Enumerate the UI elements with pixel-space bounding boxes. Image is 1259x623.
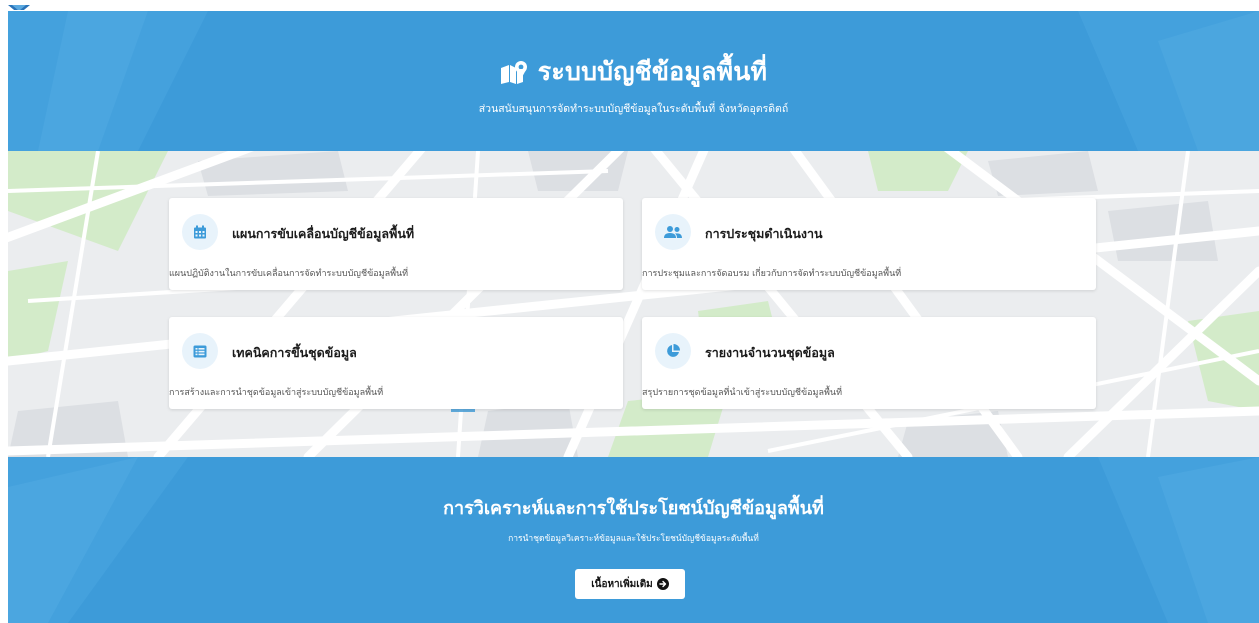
- card-title: เทคนิคการขึ้นชุดข้อมูล: [232, 345, 357, 360]
- more-content-label: เนื้อหาเพิ่มเติม: [591, 578, 653, 590]
- users-icon: [655, 214, 691, 250]
- page-title: ระบบบัญชีข้อมูลพื้นที่: [537, 57, 768, 86]
- map-background-section: แผนการขับเคลื่อนบัญชีข้อมูลพื้นที่ แผนปฏ…: [8, 151, 1259, 457]
- card-description: แผนปฏิบัติงานในการขับเคลื่อนการจัดทำระบบ…: [169, 269, 409, 279]
- page-subtitle: ส่วนสนับสนุนการจัดทำระบบบัญชีข้อมูลในระด…: [478, 103, 789, 115]
- card-technique[interactable]: เทคนิคการขึ้นชุดข้อมูล การสร้างและการนำช…: [169, 317, 623, 409]
- card-meeting[interactable]: การประชุมดำเนินงาน การประชุมและการจัดอบร…: [642, 198, 1096, 290]
- calendar-icon: [182, 214, 218, 250]
- hero-banner: ระบบบัญชีข้อมูลพื้นที่ ส่วนสนับสนุนการจั…: [8, 11, 1259, 151]
- logo-icon[interactable]: [8, 0, 30, 10]
- card-description: สรุปรายการชุดข้อมูลที่นำเข้าสู่ระบบบัญชี…: [642, 388, 843, 398]
- card-description: การประชุมและการจัดอบรม เกี่ยวกับการจัดทำ…: [642, 269, 902, 279]
- more-content-button[interactable]: เนื้อหาเพิ่มเติม: [575, 569, 685, 599]
- card-title: การประชุมดำเนินงาน: [705, 226, 823, 241]
- page: ระบบบัญชีข้อมูลพื้นที่ ส่วนสนับสนุนการจั…: [8, 0, 1259, 623]
- map-marker-icon: [500, 60, 530, 84]
- map-background: [8, 151, 1259, 457]
- arrow-circle-right-icon: [656, 578, 669, 590]
- card-title: แผนการขับเคลื่อนบัญชีข้อมูลพื้นที่: [232, 226, 415, 241]
- card-description: การสร้างและการนำชุดข้อมูลเข้าสู่ระบบบัญช…: [169, 388, 384, 398]
- list-icon: [182, 333, 218, 369]
- hero-heading: ระบบบัญชีข้อมูลพื้นที่: [8, 52, 1259, 92]
- analysis-title: การวิเคราะห์และการใช้ประโยชน์บัญชีข้อมูล…: [443, 498, 824, 519]
- card-title: รายงานจำนวนชุดข้อมูล: [705, 345, 835, 360]
- pie-chart-icon: [655, 333, 691, 369]
- card-plan[interactable]: แผนการขับเคลื่อนบัญชีข้อมูลพื้นที่ แผนปฏ…: [169, 198, 623, 290]
- analysis-subtitle: การนำชุดข้อมูลวิเคราะห์ข้อมูลและใช้ประโย…: [508, 534, 759, 544]
- analysis-section: การวิเคราะห์และการใช้ประโยชน์บัญชีข้อมูล…: [8, 457, 1259, 623]
- card-report[interactable]: รายงานจำนวนชุดข้อมูล สรุปรายการชุดข้อมูล…: [642, 317, 1096, 409]
